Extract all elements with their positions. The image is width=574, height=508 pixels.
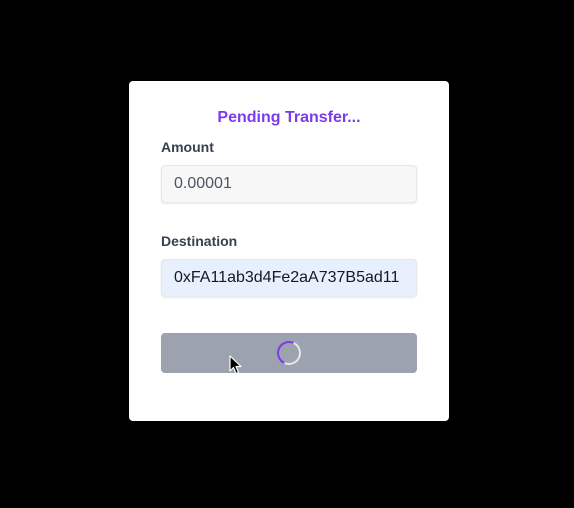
transfer-card: Pending Transfer... Amount 0.00001 Desti… (129, 81, 449, 421)
amount-input[interactable]: 0.00001 (161, 165, 417, 203)
submit-button[interactable] (161, 333, 417, 373)
form-title: Pending Transfer... (217, 109, 361, 126)
loading-spinner-icon (273, 337, 305, 369)
amount-label: Amount (161, 139, 214, 155)
destination-label: Destination (161, 233, 238, 249)
destination-input[interactable]: 0xFA11ab3d4Fe2aA737B5ad11 (161, 259, 417, 297)
mouse-pointer-icon (229, 355, 242, 375)
